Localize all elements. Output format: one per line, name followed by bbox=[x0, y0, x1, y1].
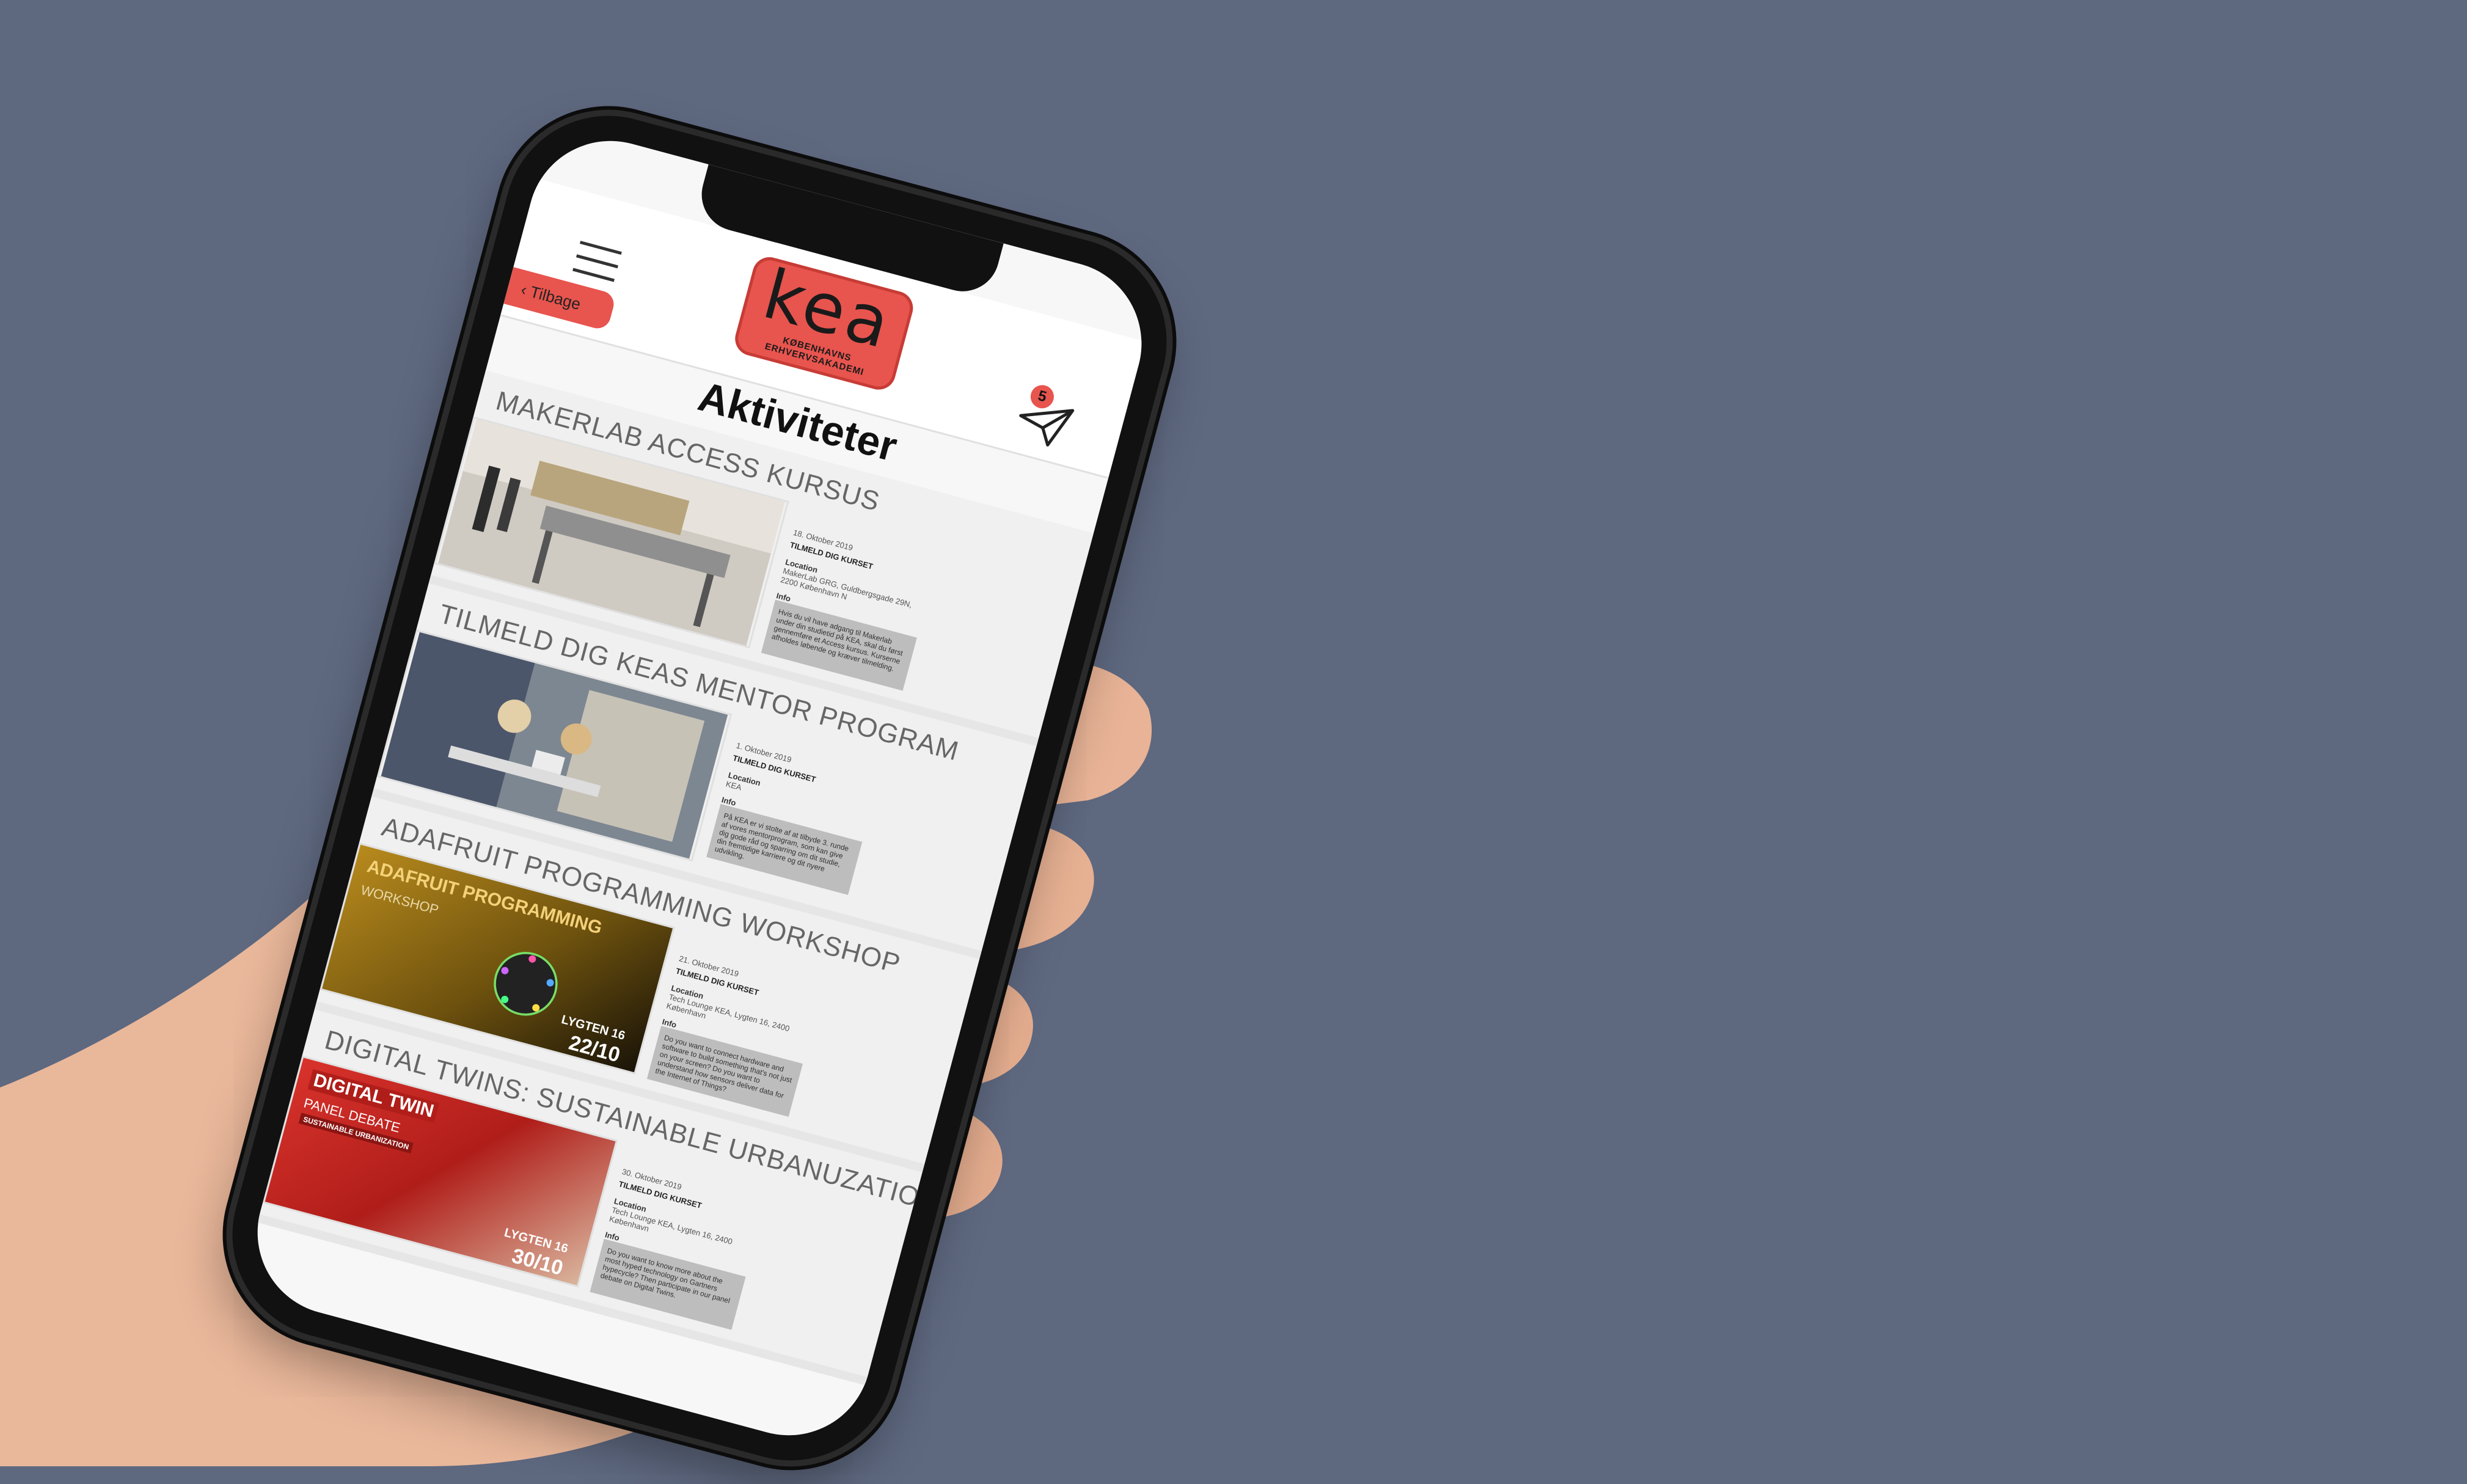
kea-logo[interactable]: kea KØBENHAVNS ERHVERVSAKADEMI bbox=[731, 253, 917, 393]
phone-frame: kea KØBENHAVNS ERHVERVSAKADEMI 5 ‹ Tilba… bbox=[209, 92, 1190, 1484]
activity-list: MAKERLAB ACCESS KURSUS 18. Oktober 2019 … bbox=[257, 370, 1094, 1386]
circuit-board-icon bbox=[494, 952, 558, 1016]
phone-screen: kea KØBENHAVNS ERHVERVSAKADEMI 5 ‹ Tilba… bbox=[239, 122, 1160, 1454]
back-label: Tilbage bbox=[528, 282, 583, 314]
activity-details: 30. Oktober 2019 TILMELD DIG KURSET Loca… bbox=[590, 1167, 765, 1330]
activity-details: 21. Oktober 2019 TILMELD DIG KURSET Loca… bbox=[646, 954, 822, 1117]
hamburger-menu-icon[interactable] bbox=[571, 241, 622, 287]
activity-details: 1. Oktober 2019 TILMELD DIG KURSET Locat… bbox=[706, 740, 879, 895]
activity-details: 18. Oktober 2019 TILMELD DIG KURSET Loca… bbox=[761, 528, 937, 691]
